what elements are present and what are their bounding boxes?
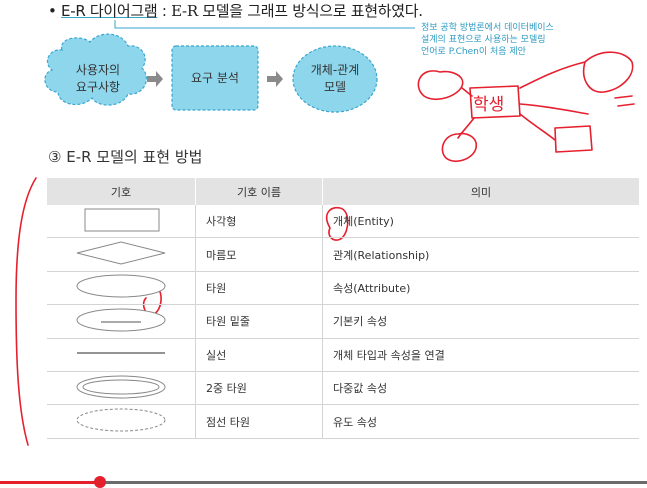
cloud-label: 사용자의 요구사항 xyxy=(58,62,138,96)
side-note-line-2: 설계의 표현으로 사용하는 모델링 xyxy=(421,35,546,45)
pen-line-mid-right xyxy=(519,103,589,115)
pen-loop-left xyxy=(417,70,464,101)
table-row: 마름모 관계(Relationship) xyxy=(47,237,639,272)
side-note-line-3: 언어로 P.Chen이 처음 제안 xyxy=(421,47,526,57)
table-row: 실선 개체 타입과 속성을 연결 xyxy=(47,338,639,372)
meaning-cell: 개체 타입과 속성을 연결 xyxy=(322,338,639,372)
flow-arrow-1 xyxy=(147,71,163,87)
pen-loop-bottom xyxy=(441,132,478,163)
pen-line-down-left xyxy=(457,117,475,139)
meaning-cell: 관계(Relationship) xyxy=(322,237,639,272)
meaning-cell: 기본키 속성 xyxy=(322,304,639,339)
solid-line-symbol xyxy=(77,352,165,354)
er-model-label: 개체-관계 모델 xyxy=(293,62,377,96)
symbol-cell xyxy=(47,304,196,339)
video-progress-handle[interactable] xyxy=(94,476,106,488)
side-note-line-1: 정보 공학 방법론에서 데이터베이스 xyxy=(421,23,554,33)
double-ellipse-symbol xyxy=(76,375,166,399)
side-note: 정보 공학 방법론에서 데이터베이스 설계의 표현으로 사용하는 모델링 언어로… xyxy=(421,22,554,58)
er-model-label-line-1: 개체-관계 xyxy=(310,63,360,77)
dashed-ellipse-symbol xyxy=(76,408,166,432)
meaning-cell: 유도 속성 xyxy=(322,404,639,439)
table-row: 타원 밑줄 기본키 속성 xyxy=(47,304,639,339)
pen-equals-marks xyxy=(614,95,635,107)
header-symbol: 기호 xyxy=(47,178,196,205)
table-row: 2중 타원 다중값 속성 xyxy=(47,371,639,406)
meaning-cell: 속성(Attribute) xyxy=(322,271,639,306)
symbol-name-cell: 사각형 xyxy=(195,205,323,239)
table-row: 사각형 개체(Entity) xyxy=(47,205,639,239)
table-row: 점선 타원 유도 속성 xyxy=(47,404,639,439)
cloud-label-line-2: 요구사항 xyxy=(75,80,121,94)
header-symbol-name: 기호 이름 xyxy=(195,178,323,205)
underlined-ellipse-symbol xyxy=(76,308,166,332)
pen-line-to-rect xyxy=(519,113,556,141)
symbol-cell xyxy=(47,404,196,439)
cloud-label-line-1: 사용자의 xyxy=(75,63,121,77)
symbol-name-cell: 타원 밑줄 xyxy=(195,304,323,339)
analysis-label: 요구 분석 xyxy=(191,71,239,85)
rectangle-symbol xyxy=(84,208,160,232)
symbol-cell xyxy=(47,205,196,239)
handwritten-word: 학생 xyxy=(473,95,505,115)
ellipse-symbol xyxy=(76,274,166,298)
pen-line-up-right xyxy=(519,61,586,89)
diamond-symbol xyxy=(76,241,166,265)
symbol-cell xyxy=(47,271,196,306)
video-progress-fill xyxy=(0,481,100,484)
flow-arrow-2 xyxy=(267,71,283,87)
pen-left-bracket xyxy=(15,177,37,446)
symbol-name-cell: 타원 xyxy=(195,271,323,306)
symbol-name-cell: 마름모 xyxy=(195,237,323,272)
pen-rect-bottom xyxy=(554,125,593,153)
symbol-table: 기호 기호 이름 의미 사각형 개체(Entity) 마름모 관계(Relati… xyxy=(47,178,639,439)
meaning-cell: 개체(Entity) xyxy=(322,205,639,239)
symbol-name-cell: 점선 타원 xyxy=(195,404,323,439)
er-model-label-line-2: 모델 xyxy=(323,80,347,94)
header-meaning: 의미 xyxy=(322,178,639,205)
meaning-cell: 다중값 속성 xyxy=(322,371,639,406)
symbol-name-cell: 2중 타원 xyxy=(195,371,323,406)
symbol-cell xyxy=(47,371,196,406)
section-heading: ③ E-R 모델의 표현 방법 xyxy=(48,148,203,166)
pen-loop-right xyxy=(583,51,634,93)
table-row: 타원 속성(Attribute) xyxy=(47,271,639,306)
symbol-cell xyxy=(47,338,196,372)
symbol-name-cell: 실선 xyxy=(195,338,323,372)
note-leader-line xyxy=(114,20,415,29)
symbol-cell xyxy=(47,237,196,272)
table-header-row: 기호 기호 이름 의미 xyxy=(47,178,639,205)
